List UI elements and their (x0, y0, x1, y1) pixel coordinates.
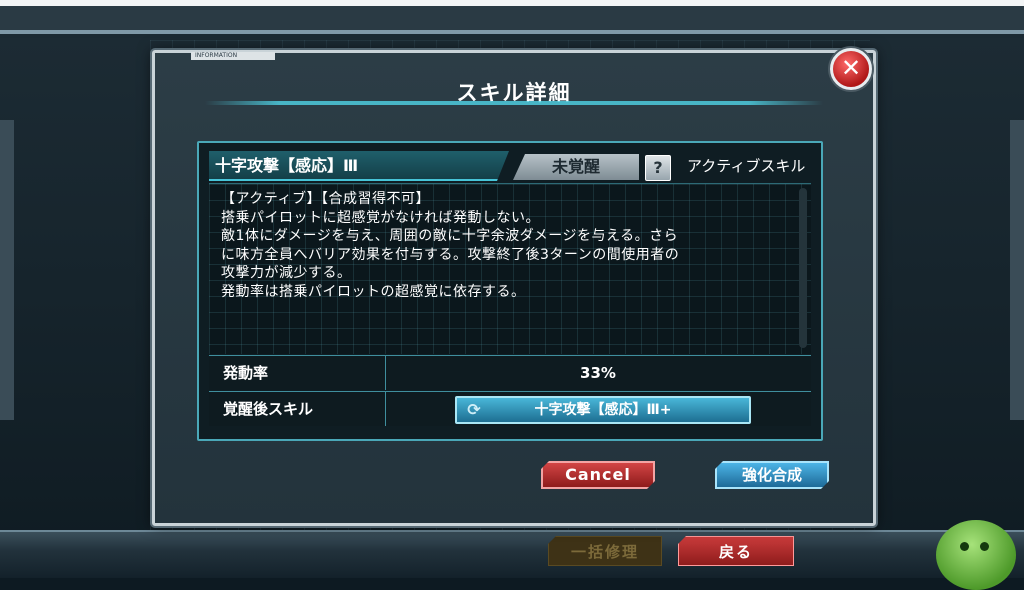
bulk-repair-button[interactable]: 一括修理 (548, 536, 662, 566)
skill-type-label: アクティブスキル (687, 157, 806, 175)
skill-description: 【アクティブ】【合成習得不可】 搭乗パイロットに超感覚がなければ発動しない。 敵… (221, 190, 791, 301)
skill-description-box[interactable]: 【アクティブ】【合成習得不可】 搭乗パイロットに超感覚がなければ発動しない。 敵… (209, 183, 811, 354)
question-icon: ? (653, 158, 663, 177)
enhance-synthesis-button[interactable]: 強化合成 (715, 461, 829, 489)
help-button[interactable]: ? (645, 155, 671, 181)
activation-rate-value: 33% (580, 364, 616, 382)
title-underline (205, 101, 823, 105)
awaken-status-badge: 未覚醒 (513, 154, 639, 180)
row-divider (385, 392, 386, 426)
activation-rate-row: 発動率 33% (209, 355, 811, 390)
close-button[interactable]: ✕ (830, 48, 872, 90)
information-tab: INFORMATION (191, 52, 275, 60)
skill-header: 十字攻撃【感応】Ⅲ 未覚醒 ? アクティブスキル (209, 151, 811, 181)
bottom-bar (0, 530, 1024, 578)
description-line: に味方全員へバリア効果を付与する。攻撃終了後3ターンの間使用者の (221, 246, 680, 263)
activation-rate-label: 発動率 (223, 364, 269, 382)
skill-detail-dialog: INFORMATION スキル詳細 ✕ 十字攻撃【感応】Ⅲ 未覚醒 ? アクティ… (152, 48, 876, 526)
description-scrollbar[interactable] (799, 188, 807, 348)
description-line: 攻撃力が減少する。 (221, 265, 352, 281)
post-awaken-row: 覚醒後スキル ⟳ 十字攻撃【感応】Ⅲ+ (209, 391, 811, 426)
skill-name: 十字攻撃【感応】Ⅲ (209, 151, 509, 181)
top-bar (0, 0, 1024, 38)
haro-right-eye (980, 542, 989, 551)
skill-panel: 十字攻撃【感応】Ⅲ 未覚醒 ? アクティブスキル 【アクティブ】【合成習得不可】… (197, 141, 823, 441)
haro-mascot[interactable] (936, 520, 1016, 590)
cancel-button[interactable]: Cancel (541, 461, 655, 489)
description-line: 敵1体にダメージを与え、周囲の敵に十字余波ダメージを与える。さら (221, 228, 679, 244)
right-side-frame (1010, 120, 1024, 420)
close-icon: ✕ (840, 54, 862, 82)
description-line: 搭乗パイロットに超感覚がなければ発動しない。 (221, 209, 540, 226)
post-awaken-label: 覚醒後スキル (223, 400, 314, 418)
post-awaken-skill-label: 十字攻撃【感応】Ⅲ+ (534, 402, 672, 418)
description-line: 【アクティブ】【合成習得不可】 (221, 191, 430, 207)
back-button[interactable]: 戻る (678, 536, 794, 566)
left-side-frame (0, 120, 14, 420)
haro-left-eye (960, 542, 969, 551)
refresh-icon: ⟳ (467, 400, 481, 419)
description-line: 発動率は搭乗パイロットの超感覚に依存する。 (221, 283, 526, 300)
post-awaken-skill-button[interactable]: ⟳ 十字攻撃【感応】Ⅲ+ (455, 396, 751, 424)
